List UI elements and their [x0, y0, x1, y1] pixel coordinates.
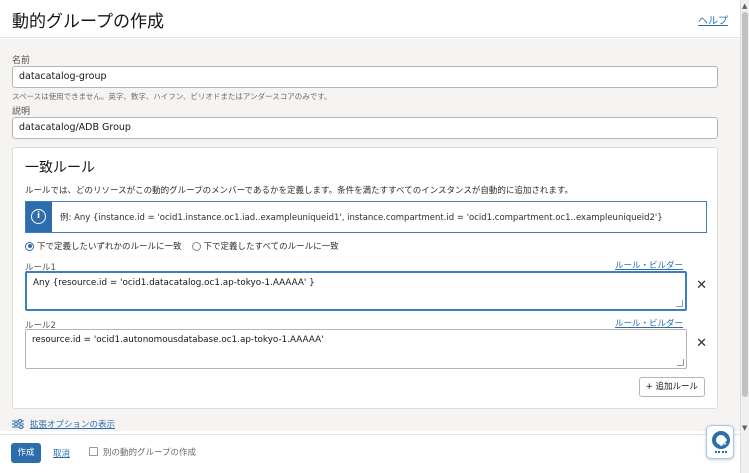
- radio-match-any-label[interactable]: 下で定義したいずれかのルールに一致: [37, 240, 182, 252]
- info-bar: i: [26, 202, 52, 232]
- rule-2-remove-close-icon[interactable]: ✕: [696, 336, 707, 351]
- name-hint: スペースは使用できません。英字、数字、ハイフン、ピリオドまたはアンダースコアのみ…: [12, 92, 332, 101]
- add-rule-button[interactable]: + 追加ルール: [638, 377, 705, 397]
- create-dynamic-group-panel: 動的グループの作成 ヘルプ 名前 datacatalog-group スペースは…: [0, 0, 740, 473]
- info-example-text: 例: Any {instance.id = 'ocid1.instance.oc…: [60, 213, 663, 223]
- rule-2-textarea[interactable]: resource.id = 'ocid1.autonomousdatabase.…: [25, 329, 687, 369]
- help-float-button[interactable]: [706, 425, 734, 459]
- lifebuoy-icon: [712, 431, 730, 449]
- name-label: 名前: [12, 56, 31, 66]
- resize-handle[interactable]: [677, 359, 684, 366]
- scroll-thumb[interactable]: [742, 12, 748, 397]
- rule-2-value: resource.id = 'ocid1.autonomousdatabase.…: [32, 335, 324, 345]
- matching-rules-card: 一致ルール ルールでは、どのリソースがこの動的グループのメンバーであるかを定義し…: [12, 147, 718, 409]
- rule-1-remove-close-icon[interactable]: ✕: [696, 278, 707, 293]
- radio-match-any[interactable]: [25, 241, 34, 251]
- rule-1-value: Any {resource.id = 'ocid1.datacatalog.oc…: [33, 278, 315, 288]
- panel-footer: 作成 取消 別の動的グループの作成: [0, 434, 740, 473]
- rule-1-textarea[interactable]: Any {resource.id = 'ocid1.datacatalog.oc…: [25, 271, 687, 311]
- info-icon: i: [31, 209, 46, 224]
- page-title: 動的グループの作成: [12, 12, 164, 32]
- radio-match-all[interactable]: [191, 241, 201, 251]
- scroll-up-icon[interactable]: ▲: [742, 2, 747, 10]
- cancel-link[interactable]: 取消: [53, 447, 70, 459]
- match-mode-radio-group: 下で定義したいずれかのルールに一致 下で定義したすべてのルールに一致: [25, 240, 339, 252]
- radio-match-all-label[interactable]: 下で定義したすべてのルールに一致: [204, 240, 339, 252]
- advanced-options-label: 拡張オプションの表示: [30, 420, 116, 430]
- help-float-indicator: [715, 451, 727, 454]
- scroll-down-icon[interactable]: ▼: [742, 424, 747, 432]
- create-button[interactable]: 作成: [11, 443, 41, 463]
- name-input[interactable]: datacatalog-group: [12, 66, 718, 88]
- resize-handle[interactable]: [676, 300, 683, 307]
- sliders-icon: [12, 419, 24, 429]
- rule-1-builder-link[interactable]: ルール・ビルダー: [615, 259, 683, 271]
- advanced-options-link[interactable]: 拡張オプションの表示: [12, 418, 115, 430]
- matching-rules-title: 一致ルール: [25, 160, 95, 176]
- create-another-label[interactable]: 別の動的グループの作成: [103, 446, 196, 458]
- description-label: 説明: [12, 107, 31, 117]
- description-input[interactable]: datacatalog/ADB Group: [12, 117, 718, 139]
- panel-header: 動的グループの作成 ヘルプ: [0, 0, 740, 38]
- create-another-checkbox[interactable]: [89, 447, 98, 456]
- info-example-box: i 例: Any {instance.id = 'ocid1.instance.…: [25, 201, 707, 233]
- matching-rules-description: ルールでは、どのリソースがこの動的グループのメンバーであるかを定義します。条件を…: [25, 186, 574, 196]
- vertical-scrollbar[interactable]: ▲ ▼: [740, 0, 749, 473]
- help-link[interactable]: ヘルプ: [698, 12, 728, 27]
- rule-2-builder-link[interactable]: ルール・ビルダー: [615, 317, 683, 329]
